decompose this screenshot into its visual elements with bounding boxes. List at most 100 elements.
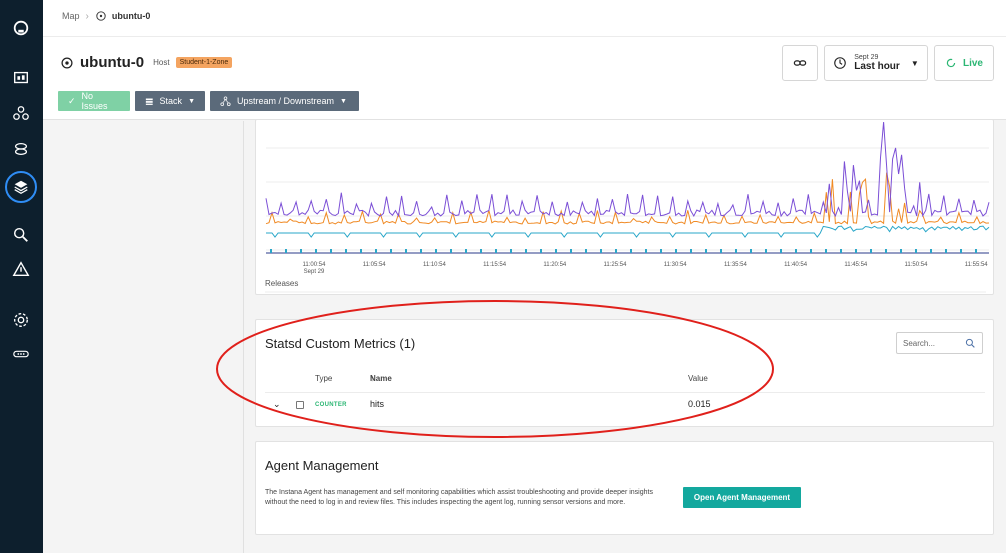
- x-tick-date: Sept 29: [304, 269, 325, 275]
- chart-marker: [600, 249, 602, 253]
- breadcrumb-current-label: ubuntu-0: [111, 11, 151, 21]
- copy-link-button[interactable]: [782, 45, 818, 81]
- entity-name: ubuntu-0: [80, 54, 145, 71]
- chart-marker: [360, 249, 362, 253]
- chart-marker: [270, 249, 272, 253]
- statsd-metrics-panel: Statsd Custom Metrics (1) Search... Type…: [255, 319, 994, 427]
- chart-marker: [330, 249, 332, 253]
- chart-marker: [660, 249, 662, 253]
- x-tick-label: 11:00:54: [303, 262, 327, 268]
- metrics-table-header: Type Name ↑ Value: [256, 374, 993, 388]
- services-icon[interactable]: [11, 139, 31, 159]
- no-issues-label: No Issues: [81, 91, 108, 111]
- chart-marker: [315, 249, 317, 253]
- chart-marker: [690, 249, 692, 253]
- clock-icon: [834, 57, 847, 69]
- chart-marker: [825, 249, 827, 253]
- chart-marker: [585, 249, 587, 253]
- search-placeholder: Search...: [903, 338, 936, 348]
- refresh-icon: [946, 58, 956, 68]
- timepicker-range: Last hour: [854, 61, 900, 73]
- expand-chevron-icon[interactable]: ⌄: [273, 399, 281, 410]
- chart-marker: [945, 249, 947, 253]
- chart-marker: [840, 249, 842, 253]
- chart-marker: [285, 249, 287, 253]
- caret-down-icon: ▼: [340, 97, 347, 105]
- open-agent-management-button[interactable]: Open Agent Management: [683, 487, 801, 508]
- chart-marker: [810, 249, 812, 253]
- dependency-graph-icon: [220, 95, 231, 106]
- more-icon[interactable]: [11, 344, 31, 364]
- breadcrumb-separator-icon: ›: [85, 10, 89, 22]
- chart-marker: [300, 249, 302, 253]
- metric-type-badge: COUNTER: [315, 402, 347, 408]
- chart-marker: [765, 249, 767, 253]
- chart-marker: [510, 249, 512, 253]
- chart-marker: [780, 249, 782, 253]
- sort-ascending-icon: ↑: [370, 374, 374, 383]
- metrics-header-divider: [265, 392, 985, 393]
- timepicker-button[interactable]: Sept 29 Last hour ▼: [824, 45, 928, 81]
- left-nav: [0, 0, 43, 553]
- col-type-header[interactable]: Type: [315, 374, 332, 383]
- events-warning-icon[interactable]: [11, 259, 31, 279]
- chart-marker: [630, 249, 632, 253]
- chart-marker: [420, 249, 422, 253]
- chart-marker: [915, 249, 917, 253]
- no-issues-button[interactable]: ✓ No Issues: [58, 91, 130, 111]
- header-divider: [43, 36, 1006, 37]
- chart-marker: [570, 249, 572, 253]
- chart-marker: [540, 249, 542, 253]
- checkmark-icon: ✓: [68, 95, 76, 106]
- infrastructure-icon[interactable]: [11, 177, 31, 197]
- stack-label: Stack: [159, 96, 183, 106]
- chart-marker: [720, 249, 722, 253]
- timepicker-date: Sept 29: [854, 53, 879, 61]
- breadcrumb: Map › ubuntu-0: [62, 10, 150, 22]
- breadcrumb-map-link[interactable]: Map: [62, 11, 80, 21]
- agent-description: The Instana Agent has management and sel…: [265, 489, 653, 506]
- entity-toolbar: ✓ No Issues Stack ▼ Upstream / Downstrea…: [58, 91, 359, 111]
- chart-marker: [465, 249, 467, 253]
- entity-title: ubuntu-0 Host Student-1-Zone: [60, 54, 233, 71]
- metric-name: hits: [370, 399, 385, 409]
- metrics-title: Statsd Custom Metrics (1): [265, 336, 416, 351]
- stack-dropdown[interactable]: Stack ▼: [135, 91, 205, 111]
- chart-marker: [495, 249, 497, 253]
- chart-marker: [450, 249, 452, 253]
- upstream-downstream-dropdown[interactable]: Upstream / Downstream ▼: [210, 91, 359, 111]
- main-content: 11:00:54 11:05:54 11:10:54 11:15:54 11:20:54…: [243, 119, 1006, 553]
- live-label: Live: [962, 57, 983, 69]
- series-line-purple: [265, 121, 990, 218]
- chart-marker: [885, 249, 887, 253]
- chart-marker: [375, 249, 377, 253]
- zone-badge[interactable]: Student-1-Zone: [175, 57, 233, 68]
- metric-line-chart[interactable]: 11:00:54 11:05:54 11:10:54 11:15:54 11:20:54…: [256, 120, 995, 296]
- caret-down-icon: ▼: [188, 97, 195, 105]
- search-icon: [965, 338, 975, 348]
- x-tick-label: 11:40:54: [784, 262, 808, 268]
- analytics-search-icon[interactable]: [11, 225, 31, 245]
- series-line-cyan: [266, 225, 990, 238]
- host-icon: [96, 11, 106, 21]
- chart-marker: [645, 249, 647, 253]
- chart-marker: [960, 249, 962, 253]
- chart-marker: [750, 249, 752, 253]
- dashboard-icon[interactable]: [11, 68, 31, 88]
- instana-logo-icon[interactable]: [11, 18, 31, 38]
- x-tick-label: 11:45:54: [844, 262, 868, 268]
- chart-marker: [795, 249, 797, 253]
- agent-management-panel: Agent Management The Instana Agent has m…: [255, 441, 994, 535]
- metrics-search-input[interactable]: Search...: [896, 332, 983, 354]
- row-checkbox[interactable]: [296, 401, 304, 409]
- chart-marker: [405, 249, 407, 253]
- chart-marker: [900, 249, 902, 253]
- table-row[interactable]: ⌄ COUNTER hits 0.015: [256, 399, 993, 413]
- stack-icon: [145, 98, 153, 105]
- x-tick-label: 11:50:54: [905, 262, 929, 268]
- settings-gear-icon[interactable]: [11, 310, 31, 330]
- chart-marker: [675, 249, 677, 253]
- applications-icon[interactable]: [11, 103, 31, 123]
- live-button[interactable]: Live: [934, 45, 994, 81]
- col-value-header[interactable]: Value: [688, 374, 708, 383]
